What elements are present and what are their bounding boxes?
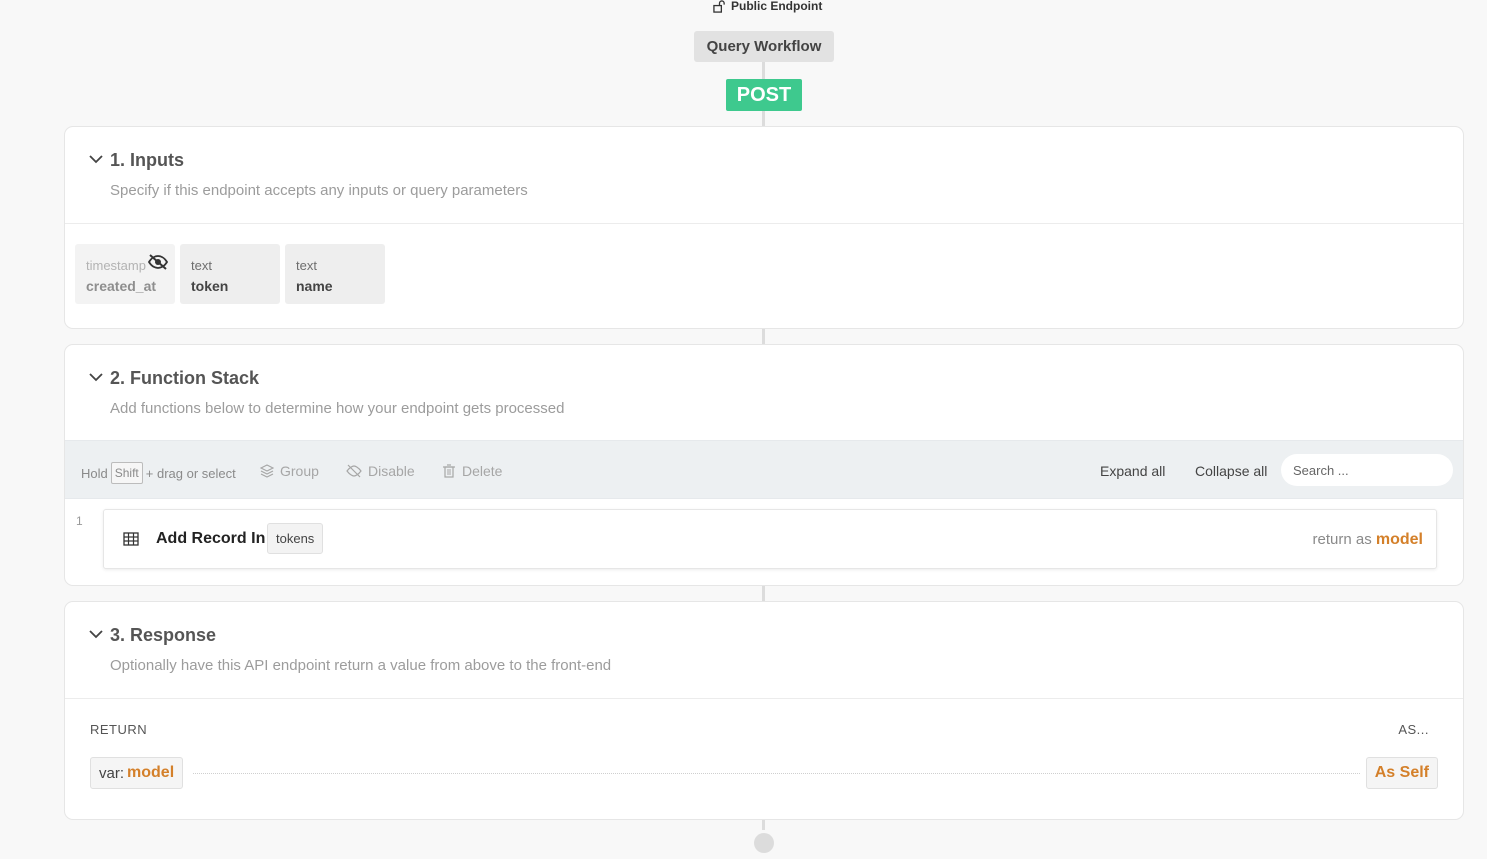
group-button[interactable]: Group [260,463,319,479]
return-variable-chip[interactable]: var: model [90,757,184,789]
eye-off-icon [346,464,362,478]
as-self-chip[interactable]: As Self [1365,757,1438,789]
inputs-header[interactable]: 1. Inputs Specify if this endpoint accep… [65,127,1463,223]
table-name-chip[interactable]: tokens [267,523,324,554]
response-subtitle: Optionally have this API endpoint return… [110,657,612,674]
collapse-all-button[interactable]: Collapse all [1195,463,1267,479]
function-stack-section: 2. Function Stack Add functions below to… [64,344,1464,586]
step-label: Add Record In [156,530,266,547]
response-header[interactable]: 3. Response Optionally have this API end… [65,602,1463,698]
var-prefix: var: [99,764,125,782]
chevron-down-icon[interactable] [89,371,103,383]
shift-key: Shift [110,462,143,484]
input-name: name [296,278,333,294]
inputs-list: timestamp created_at text token text nam… [65,223,1463,328]
input-field-name[interactable]: text name [285,244,385,304]
group-label: Group [280,463,319,479]
response-body: RETURN AS... var: model As Self [65,698,1463,819]
var-name: model [127,764,175,781]
eye-off-icon[interactable] [147,253,169,271]
inputs-title: 1. Inputs [110,150,185,170]
input-field-token[interactable]: text token [180,244,280,304]
unlock-icon [713,0,725,13]
layers-icon [260,464,274,478]
as-header: AS... [1398,722,1429,737]
function-step[interactable]: Add Record In tokens return as model [103,509,1437,569]
hint-suffix: + drag or select [145,465,236,481]
function-stack-title: 2. Function Stack [110,368,260,388]
input-name: created_at [86,278,157,294]
delete-button[interactable]: Delete [442,463,502,479]
input-type: text [191,258,212,273]
function-stack-toolbar: Hold Shift + drag or select Group Disabl… [65,440,1463,499]
disable-button[interactable]: Disable [346,463,415,479]
chevron-down-icon[interactable] [89,153,103,165]
response-title: 3. Response [110,625,217,645]
public-endpoint-label[interactable]: Public Endpoint [713,0,822,14]
flow-end-dot [754,833,774,853]
hint-prefix: Hold [81,465,108,481]
input-name: token [191,278,229,294]
input-field-created-at[interactable]: timestamp created_at [75,244,175,304]
public-endpoint-text: Public Endpoint [731,0,823,13]
selection-hint: Hold Shift + drag or select [81,462,236,484]
delete-label: Delete [462,463,503,479]
inputs-section: 1. Inputs Specify if this endpoint accep… [64,126,1464,329]
input-type: text [296,258,317,273]
function-stack-header[interactable]: 2. Function Stack Add functions below to… [65,345,1463,441]
return-prefix: return as [1312,531,1372,548]
dotted-connector [193,773,1360,774]
step-number: 1 [76,514,83,528]
function-stack-subtitle: Add functions below to determine how you… [110,400,565,417]
response-section: 3. Response Optionally have this API end… [64,601,1464,820]
trash-icon [443,464,455,478]
chevron-down-icon[interactable] [89,628,103,640]
inputs-subtitle: Specify if this endpoint accepts any inp… [110,182,528,199]
return-variable: model [1375,531,1423,548]
table-icon [123,532,139,546]
step-return[interactable]: return as model [1313,531,1424,549]
workflow-name-pill[interactable]: Query Workflow [694,31,834,62]
search-input[interactable] [1281,454,1453,486]
http-method-badge[interactable]: POST [726,79,802,111]
expand-all-button[interactable]: Expand all [1100,463,1165,479]
return-header: RETURN [90,722,148,737]
disable-label: Disable [368,463,415,479]
